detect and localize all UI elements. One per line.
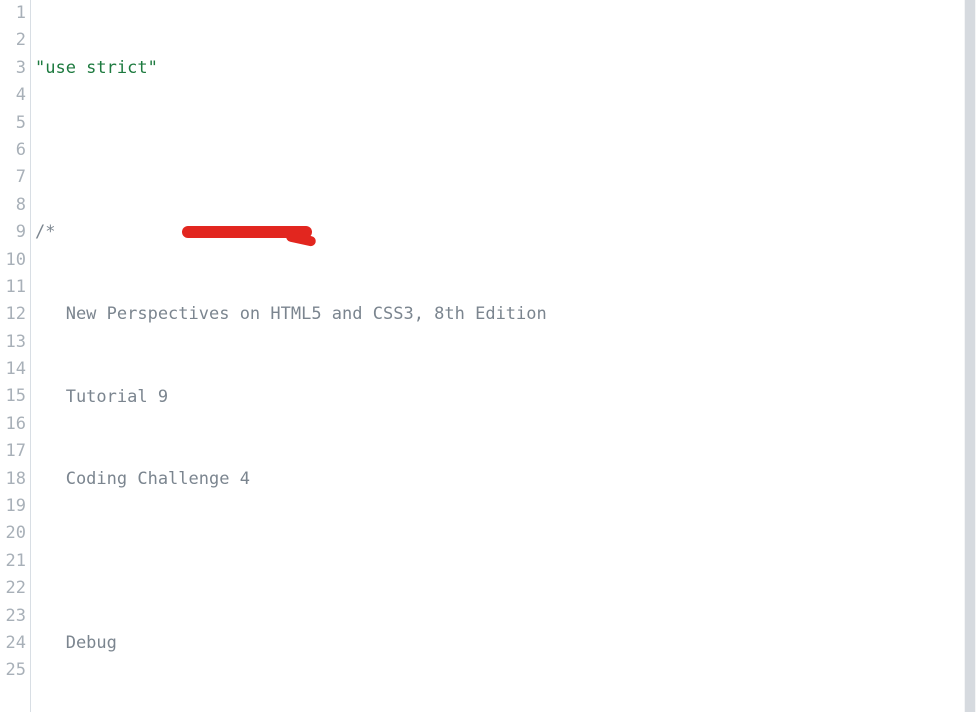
code-line[interactable]: Tutorial 9 <box>35 384 976 411</box>
code-area[interactable]: "use strict" /* New Perspectives on HTML… <box>30 0 976 712</box>
line-number: 24 <box>0 630 26 657</box>
line-number: 22 <box>0 575 26 602</box>
code-line[interactable]: Coding Challenge 4 <box>35 466 976 493</box>
line-number: 9 <box>0 219 26 246</box>
line-number-gutter: 1 2 3 4 5 6 7 8 9 10 11 12 13 14 15 16 1… <box>0 0 30 712</box>
line-number: 14 <box>0 356 26 383</box>
code-line[interactable]: Debug <box>35 630 976 657</box>
scrollbar-thumb[interactable] <box>965 0 975 712</box>
line-number: 5 <box>0 110 26 137</box>
line-number: 1 <box>0 0 26 27</box>
line-number: 15 <box>0 383 26 410</box>
line-number: 13 <box>0 329 26 356</box>
line-number: 3 <box>0 55 26 82</box>
line-number: 6 <box>0 137 26 164</box>
line-number: 18 <box>0 466 26 493</box>
code-line[interactable] <box>35 548 976 575</box>
code-line[interactable]: /* <box>35 219 976 246</box>
line-number: 23 <box>0 603 26 630</box>
code-line[interactable]: "use strict" <box>35 55 976 82</box>
line-number: 11 <box>0 274 26 301</box>
vertical-scrollbar[interactable] <box>964 0 976 712</box>
code-token: Debug <box>35 633 117 653</box>
code-editor[interactable]: 1 2 3 4 5 6 7 8 9 10 11 12 13 14 15 16 1… <box>0 0 976 712</box>
line-number: 12 <box>0 301 26 328</box>
line-number: 10 <box>0 247 26 274</box>
line-number: 20 <box>0 520 26 547</box>
code-token: "use strict" <box>35 58 158 78</box>
code-token: Tutorial 9 <box>35 387 168 407</box>
line-number: 17 <box>0 438 26 465</box>
line-number: 4 <box>0 82 26 109</box>
line-number: 7 <box>0 164 26 191</box>
code-token: Coding Challenge 4 <box>35 469 250 489</box>
code-token: /* <box>35 222 55 242</box>
line-number: 2 <box>0 27 26 54</box>
code-line[interactable] <box>35 137 976 164</box>
line-number: 16 <box>0 411 26 438</box>
line-number: 25 <box>0 657 26 684</box>
line-number: 8 <box>0 192 26 219</box>
code-token: New Perspectives on HTML5 and CSS3, 8th … <box>35 304 547 324</box>
line-number: 19 <box>0 493 26 520</box>
code-line[interactable]: New Perspectives on HTML5 and CSS3, 8th … <box>35 301 976 328</box>
line-number: 21 <box>0 548 26 575</box>
